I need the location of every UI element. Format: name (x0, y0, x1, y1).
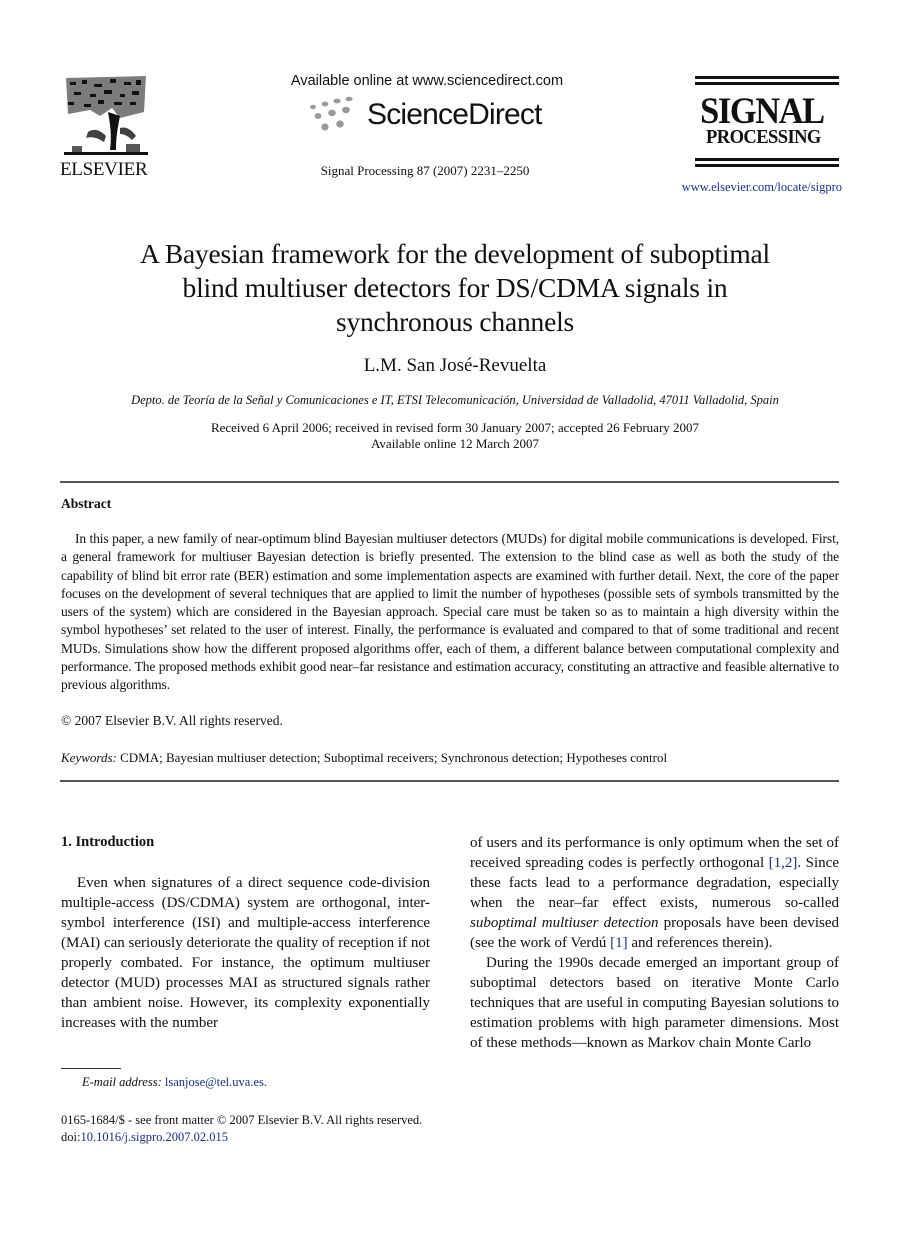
abstract-copyright: © 2007 Elsevier B.V. All rights reserved… (61, 713, 283, 728)
journal-logo-signal: SIGNAL (700, 91, 825, 132)
elsevier-wordmark: ELSEVIER (60, 159, 148, 180)
abstract-text: In this paper, a new family of near-opti… (61, 531, 839, 693)
email-label: E-mail address: (82, 1075, 162, 1089)
logo-rule (695, 158, 839, 161)
received-dates: Received 6 April 2006; received in revis… (210, 420, 700, 435)
front-matter: 0165-1684/$ - see front matter © 2007 El… (61, 1112, 422, 1146)
citation-link[interactable]: [1] (610, 935, 628, 951)
footnote-email: E-mail address: lsanjose@tel.uva.es. (82, 1075, 267, 1090)
left-column: Even when signatures of a direct sequenc… (61, 873, 430, 1033)
doi-link[interactable]: 10.1016/j.sigpro.2007.02.015 (80, 1130, 228, 1144)
sciencedirect-logo[interactable]: ScienceDirect (305, 96, 545, 138)
logo-rule (695, 164, 839, 167)
doi-line: doi:10.1016/j.sigpro.2007.02.015 (61, 1129, 422, 1146)
title-line: synchronous channels (335, 306, 575, 337)
article-dates: Received 6 April 2006; received in revis… (60, 420, 850, 452)
text-run: and references therein). (627, 935, 773, 951)
divider (60, 780, 839, 782)
abstract-heading: Abstract (61, 496, 112, 511)
author-name: L.M. San José-Revuelta (363, 355, 547, 376)
paragraph: of users and its performance is only opt… (470, 833, 839, 953)
available-online-date: Available online 12 March 2007 (371, 436, 539, 451)
available-online-text[interactable]: Available online at www.sciencedirect.co… (282, 73, 572, 89)
journal-logo-processing: PROCESSING (706, 127, 821, 148)
right-column: of users and its performance is only opt… (470, 833, 839, 1053)
divider (60, 481, 839, 483)
abstract-body: In this paper, a new family of near-opti… (61, 530, 839, 695)
logo-rule (695, 76, 839, 79)
author-affiliation: Depto. de Teoría de la Señal y Comunicac… (131, 393, 779, 407)
paragraph: During the 1990s decade emerged an impor… (470, 955, 839, 1051)
sciencedirect-dots-icon (310, 96, 353, 131)
paragraph: Even when signatures of a direct sequenc… (61, 875, 430, 1031)
issn-copyright: 0165-1684/$ - see front matter © 2007 El… (61, 1113, 423, 1127)
article-title: A Bayesian framework for the development… (60, 237, 850, 339)
keywords-label: Keywords: (61, 750, 117, 765)
elsevier-logo: ELSEVIER (60, 72, 156, 180)
sciencedirect-brand: ScienceDirect (367, 98, 542, 131)
keywords: Keywords: CDMA; Bayesian multiuser detec… (61, 750, 667, 766)
footnote-rule (61, 1068, 121, 1069)
signal-processing-logo: SIGNAL PROCESSING (695, 76, 839, 170)
title-line: A Bayesian framework for the development… (140, 238, 770, 269)
title-line: blind multiuser detectors for DS/CDMA si… (182, 272, 728, 303)
logo-rule (695, 82, 839, 85)
doi-prefix: doi: (61, 1130, 81, 1144)
keywords-list: CDMA; Bayesian multiuser detection; Subo… (120, 750, 668, 765)
email-link[interactable]: lsanjose@tel.uva.es. (165, 1075, 267, 1089)
citation-link[interactable]: [1,2] (769, 855, 798, 871)
journal-url-link[interactable]: www.elsevier.com/locate/sigpro (652, 180, 842, 195)
elsevier-tree-icon (64, 76, 148, 155)
journal-reference: Signal Processing 87 (2007) 2231–2250 (320, 163, 530, 178)
section-heading-introduction: 1. Introduction (61, 834, 155, 850)
emphasis: suboptimal multiuser detection (470, 915, 659, 931)
